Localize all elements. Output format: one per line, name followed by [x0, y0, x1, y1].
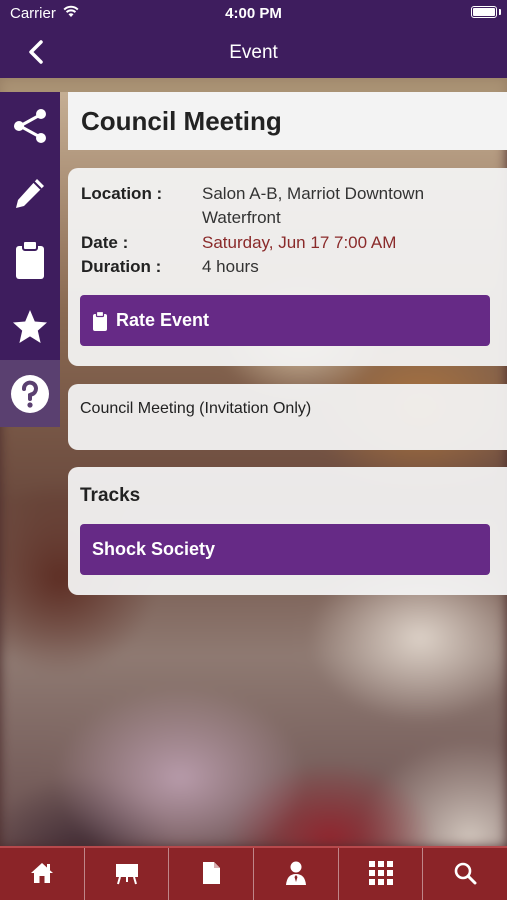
tab-presentations[interactable]: [85, 846, 170, 900]
track-label: Shock Society: [92, 539, 216, 559]
location-label: Location :: [81, 184, 163, 203]
grid-icon: [368, 861, 393, 885]
location-line2: Waterfront: [202, 208, 281, 227]
tab-home[interactable]: [0, 846, 85, 900]
date-label: Date :: [81, 233, 129, 252]
star-icon: [13, 309, 47, 343]
status-bar: Carrier 4:00 PM: [0, 0, 507, 28]
nav-bar: Carrier 4:00 PM Event: [0, 0, 507, 78]
presentation-icon: [115, 864, 138, 885]
event-title-card: Council Meeting: [68, 92, 507, 150]
tab-people[interactable]: [254, 846, 339, 900]
tab-documents[interactable]: [169, 846, 255, 900]
date-value: Saturday, Jun 17 7:00 AM: [202, 233, 397, 252]
rate-event-button[interactable]: Rate Event: [80, 295, 490, 346]
location-line1: Salon A-B, Marriot Downtown: [202, 184, 425, 203]
tab-menu[interactable]: [339, 846, 424, 900]
tracks-heading: Tracks: [80, 485, 141, 506]
clipboard-icon: [16, 239, 44, 279]
help-button[interactable]: [0, 360, 60, 427]
clipboard-icon: [93, 310, 107, 331]
share-button[interactable]: [0, 92, 60, 159]
survey-button[interactable]: [0, 226, 60, 293]
share-icon: [14, 108, 46, 143]
tracks-card: Tracks Shock Society: [68, 467, 507, 595]
status-time: 4:00 PM: [225, 5, 282, 22]
duration-value: 4 hours: [202, 257, 259, 276]
duration-label: Duration :: [81, 257, 162, 276]
tab-search[interactable]: [423, 846, 507, 900]
favorite-button[interactable]: [0, 293, 60, 360]
header-divider: [0, 78, 507, 92]
battery-icon: [471, 6, 497, 18]
track-button[interactable]: Shock Society: [80, 524, 490, 575]
question-icon: [11, 374, 49, 413]
search-icon: [454, 862, 477, 885]
notes-button[interactable]: [0, 159, 60, 226]
bottom-tab-bar: [0, 846, 507, 900]
page-title: Event: [229, 42, 278, 63]
side-toolbar: [0, 92, 60, 427]
home-icon: [30, 863, 53, 883]
event-description: Council Meeting (Invitation Only): [80, 400, 312, 417]
pencil-icon: [16, 178, 44, 208]
document-icon: [203, 862, 221, 884]
event-title: Council Meeting: [81, 105, 282, 136]
description-card: Council Meeting (Invitation Only): [68, 384, 507, 450]
person-icon: [285, 861, 306, 885]
rate-event-label: Rate Event: [116, 310, 210, 330]
event-info-card: Location : Salon A-B, Marriot Downtown W…: [68, 168, 507, 366]
tabbar-top-border: [0, 846, 507, 848]
battery-tip: [499, 9, 501, 15]
